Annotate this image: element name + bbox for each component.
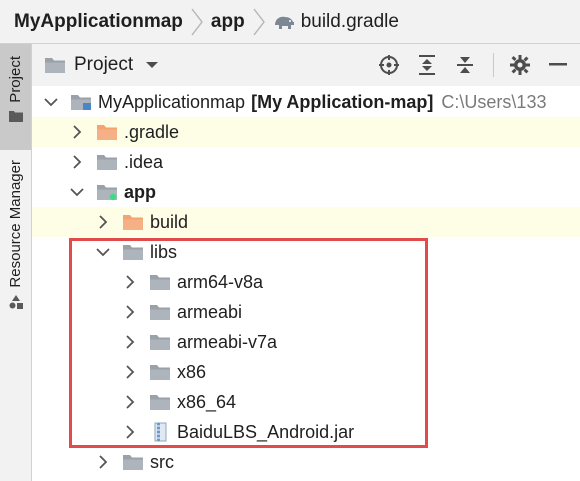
tree-node-gradle-label: .gradle — [124, 121, 180, 142]
android-module-folder-icon — [96, 183, 118, 201]
project-tree: MyApplicationmap [My Application-map] C:… — [32, 86, 580, 481]
breadcrumb-project[interactable]: MyApplicationmap — [14, 11, 183, 33]
tree-node-armeabi-v7a-label: armeabi-v7a — [177, 331, 278, 352]
tool-tab-project-label: Project — [7, 56, 24, 103]
folder-icon — [122, 453, 144, 471]
breadcrumb-separator-icon — [191, 8, 203, 35]
tree-node-app-label: app — [124, 181, 157, 202]
tree-node-armeabi[interactable]: armeabi — [32, 297, 580, 327]
folder-icon — [149, 333, 171, 351]
tree-node-libs-label: libs — [150, 241, 178, 262]
folder-icon — [149, 363, 171, 381]
chevron-right-icon[interactable] — [123, 395, 137, 409]
tool-tab-resource-manager[interactable]: Resource Manager — [0, 160, 31, 344]
chevron-right-icon[interactable] — [96, 455, 110, 469]
hide-tool-window-button[interactable] — [544, 51, 572, 79]
tree-node-x86[interactable]: x86 — [32, 357, 580, 387]
breadcrumb-file-label: build.gradle — [300, 10, 399, 32]
breadcrumb-project-label: MyApplicationmap — [14, 10, 183, 32]
breadcrumb: MyApplicationmap app build.gradle — [0, 0, 580, 44]
project-view-title: Project — [74, 54, 134, 75]
chevron-down-icon — [146, 62, 159, 68]
tree-node-root-label: MyApplicationmap — [98, 91, 246, 112]
crosshair-icon — [379, 55, 399, 75]
tree-node-root[interactable]: MyApplicationmap [My Application-map] C:… — [32, 87, 580, 117]
project-folder-icon — [45, 58, 65, 73]
expand-all-icon — [419, 55, 435, 75]
project-folder-icon — [8, 110, 23, 122]
tree-node-arm64-v8a-label: arm64-v8a — [177, 271, 264, 292]
tree-node-build-label: build — [150, 211, 189, 232]
tree-node-app[interactable]: app — [32, 177, 580, 207]
jar-archive-icon — [149, 422, 171, 442]
chevron-down-icon[interactable] — [96, 245, 110, 259]
module-folder-icon — [70, 93, 92, 111]
chevron-right-icon[interactable] — [123, 305, 137, 319]
resource-shapes-icon — [9, 294, 23, 309]
gradle-elephant-icon — [274, 16, 294, 29]
folder-icon — [149, 273, 171, 291]
project-view-selector[interactable]: Project — [44, 54, 159, 76]
excluded-folder-icon — [122, 213, 144, 231]
chevron-right-icon[interactable] — [123, 365, 137, 379]
chevron-right-icon[interactable] — [123, 335, 137, 349]
tool-tab-project[interactable]: Project — [0, 44, 31, 150]
tree-node-src-label: src — [150, 451, 174, 472]
tool-tab-resource-manager-label: Resource Manager — [7, 160, 24, 288]
tree-node-src[interactable]: src — [32, 447, 580, 477]
tree-node-root-module: [My Application-map] — [251, 91, 434, 112]
toolbar-divider — [493, 53, 494, 77]
breadcrumb-separator-icon — [253, 8, 265, 35]
expand-all-button[interactable] — [413, 51, 441, 79]
chevron-down-icon[interactable] — [44, 95, 58, 109]
tree-node-gradle[interactable]: .gradle — [32, 117, 580, 147]
project-tool-window-header: Project — [32, 44, 580, 86]
tree-node-x86-64[interactable]: x86_64 — [32, 387, 580, 417]
tree-node-root-path: C:\Users\133 — [441, 91, 547, 112]
breadcrumb-app-label: app — [210, 10, 245, 32]
tree-node-armeabi-v7a[interactable]: armeabi-v7a — [32, 327, 580, 357]
tree-node-armeabi-label: armeabi — [177, 301, 243, 322]
chevron-down-icon[interactable] — [70, 185, 84, 199]
options-button[interactable] — [506, 51, 534, 79]
chevron-right-icon[interactable] — [123, 275, 137, 289]
folder-icon — [149, 303, 171, 321]
folder-icon — [96, 153, 118, 171]
breadcrumb-file[interactable]: build.gradle — [273, 11, 399, 33]
folder-icon — [122, 243, 144, 261]
chevron-right-icon[interactable] — [70, 155, 84, 169]
chevron-right-icon[interactable] — [70, 125, 84, 139]
folder-icon — [149, 393, 171, 411]
gear-icon — [510, 55, 530, 75]
minimize-icon — [549, 63, 567, 66]
tree-node-arm64-v8a[interactable]: arm64-v8a — [32, 267, 580, 297]
tool-window-actions — [365, 44, 572, 86]
chevron-right-icon[interactable] — [123, 425, 137, 439]
tree-node-build[interactable]: build — [32, 207, 580, 237]
locate-file-button[interactable] — [375, 51, 403, 79]
tree-node-idea-label: .idea — [124, 151, 164, 172]
tree-node-x86-label: x86 — [177, 361, 207, 382]
collapse-all-button[interactable] — [451, 51, 479, 79]
collapse-all-icon — [457, 57, 473, 73]
chevron-right-icon[interactable] — [96, 215, 110, 229]
tree-node-idea[interactable]: .idea — [32, 147, 580, 177]
breadcrumb-app[interactable]: app — [211, 11, 245, 33]
excluded-folder-icon — [96, 123, 118, 141]
tree-node-libs[interactable]: libs — [32, 237, 580, 267]
tree-node-baidulbs-jar-label: BaiduLBS_Android.jar — [177, 421, 355, 442]
tree-node-x86-64-label: x86_64 — [177, 391, 237, 412]
left-tool-strip: Project Resource Manager — [0, 44, 32, 481]
tree-node-baidulbs-jar[interactable]: BaiduLBS_Android.jar — [32, 417, 580, 447]
